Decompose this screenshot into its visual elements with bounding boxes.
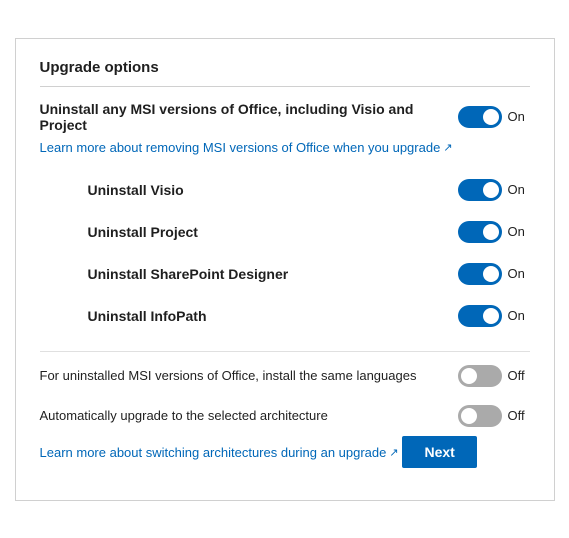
upgrade-options-panel: Upgrade options Uninstall any MSI versio… [15, 38, 555, 501]
main-toggle-label: Uninstall any MSI versions of Office, in… [40, 101, 458, 133]
visio-toggle-status: On [508, 182, 530, 197]
bottom-row-languages: For uninstalled MSI versions of Office, … [40, 356, 530, 396]
visio-toggle-knob [483, 182, 499, 198]
visio-toggle-switch[interactable] [458, 179, 502, 201]
sub-option-label-project: Uninstall Project [88, 224, 198, 240]
panel-title: Upgrade options [40, 59, 530, 87]
main-toggle-status: On [508, 109, 530, 124]
sub-option-row-sharepoint: Uninstall SharePoint Designer On [88, 253, 530, 295]
main-toggle-knob [483, 109, 499, 125]
main-toggle-group: On [458, 106, 530, 128]
architecture-toggle-status: Off [508, 408, 530, 423]
sharepoint-toggle-knob [483, 266, 499, 282]
learn-more-link-2[interactable]: Learn more about switching architectures… [40, 445, 399, 460]
languages-toggle-switch[interactable] [458, 365, 502, 387]
project-toggle-knob [483, 224, 499, 240]
learn-more-text-2: Learn more about switching architectures… [40, 445, 387, 460]
bottom-label-architecture: Automatically upgrade to the selected ar… [40, 408, 458, 423]
architecture-toggle-switch[interactable] [458, 405, 502, 427]
sub-options-container: Uninstall Visio On Uninstall Project On … [88, 169, 530, 337]
infopath-toggle-group: On [458, 305, 530, 327]
project-toggle-group: On [458, 221, 530, 243]
languages-toggle-group: Off [458, 365, 530, 387]
project-toggle-switch[interactable] [458, 221, 502, 243]
infopath-toggle-switch[interactable] [458, 305, 502, 327]
external-link-icon-1: ↗ [443, 141, 452, 154]
sub-option-label-infopath: Uninstall InfoPath [88, 308, 207, 324]
sharepoint-toggle-group: On [458, 263, 530, 285]
external-link-icon-2: ↗ [389, 446, 398, 459]
languages-toggle-knob [461, 368, 477, 384]
languages-toggle-status: Off [508, 368, 530, 383]
learn-more-text-1: Learn more about removing MSI versions o… [40, 140, 441, 155]
main-toggle-switch[interactable] [458, 106, 502, 128]
infopath-toggle-knob [483, 308, 499, 324]
divider-1 [40, 351, 530, 352]
project-toggle-status: On [508, 224, 530, 239]
sub-option-row-infopath: Uninstall InfoPath On [88, 295, 530, 337]
bottom-label-languages: For uninstalled MSI versions of Office, … [40, 368, 458, 383]
next-button[interactable]: Next [402, 436, 476, 468]
sharepoint-toggle-status: On [508, 266, 530, 281]
architecture-toggle-knob [461, 408, 477, 424]
visio-toggle-group: On [458, 179, 530, 201]
main-toggle-row: Uninstall any MSI versions of Office, in… [40, 101, 530, 133]
sub-option-label-visio: Uninstall Visio [88, 182, 184, 198]
architecture-toggle-group: Off [458, 405, 530, 427]
sub-option-label-sharepoint: Uninstall SharePoint Designer [88, 266, 289, 282]
learn-more-link-1[interactable]: Learn more about removing MSI versions o… [40, 140, 453, 155]
infopath-toggle-status: On [508, 308, 530, 323]
bottom-row-architecture: Automatically upgrade to the selected ar… [40, 396, 530, 436]
sub-option-row-visio: Uninstall Visio On [88, 169, 530, 211]
sub-option-row-project: Uninstall Project On [88, 211, 530, 253]
sharepoint-toggle-switch[interactable] [458, 263, 502, 285]
